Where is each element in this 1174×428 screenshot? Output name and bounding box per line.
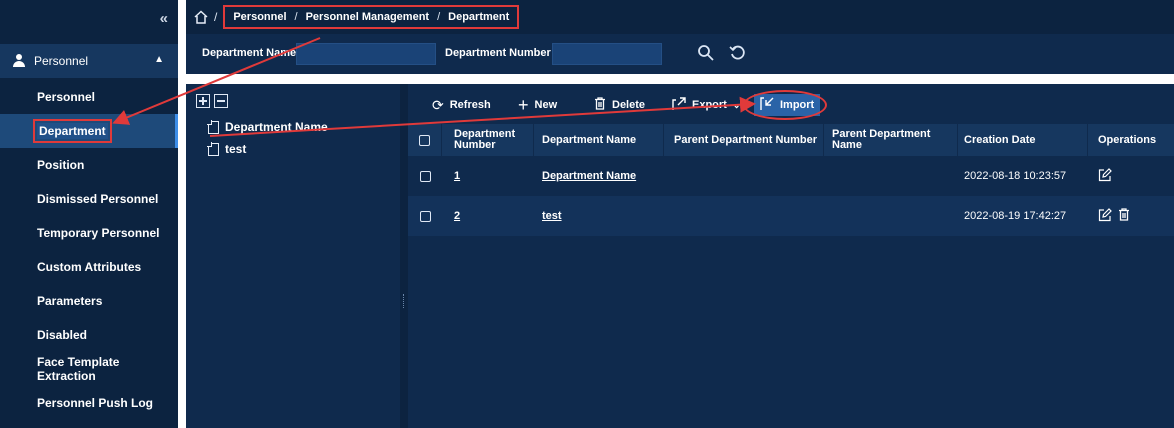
trash-icon [594,97,606,113]
edit-icon[interactable] [1098,207,1112,225]
operations-cell [1098,156,1112,196]
department-name-label: Department Name [202,47,297,59]
sidebar-item-label: Disabled [37,328,88,342]
table-row[interactable]: 2 test 2022-08-19 17:42:27 [408,196,1174,236]
export-label: Export [692,99,727,111]
module-personnel[interactable]: Personnel ▲ [0,44,178,78]
table-header: Department Number Department Name Parent… [408,124,1174,156]
department-number-link[interactable]: 1 [454,156,460,196]
chevron-up-icon[interactable]: ▲ [154,54,164,65]
sidebar-item-temporary-personnel[interactable]: Temporary Personnel [0,216,178,250]
breadcrumb-separator: / [214,10,218,24]
operations-cell [1098,196,1130,236]
row-checkbox-cell [420,156,431,196]
expand-all-icon[interactable] [196,94,210,108]
column-header-department-name[interactable]: Department Name [534,124,664,156]
reset-icon[interactable] [728,44,748,64]
refresh-icon: ⟳ [432,96,444,113]
department-name-link[interactable]: Department Name [542,156,636,196]
breadcrumb-item-personnel-management[interactable]: Personnel Management [306,11,429,23]
sidebar-item-label: Face Template Extraction [37,355,120,383]
new-label: New [534,99,558,111]
sidebar-item-department[interactable]: Department [0,114,178,148]
chevron-down-icon: ⌄ [732,99,741,110]
sidebar-item-custom-attributes[interactable]: Custom Attributes [0,250,178,284]
home-icon[interactable] [194,10,208,24]
sidebar-item-label: Position [37,158,85,172]
search-bar: Department Name Department Number [186,34,1174,74]
breadcrumb-separator: / [437,11,441,23]
sidebar-item-label: Custom Attributes [37,260,142,274]
column-header-department-number[interactable]: Department Number [442,124,534,156]
column-header-parent-department-name[interactable]: Parent Department Name [824,124,958,156]
top-bar: / Personnel / Personnel Management / Dep… [186,0,1174,34]
tree-node-label: test [225,142,247,156]
sidebar-item-disabled[interactable]: Disabled [0,318,178,352]
sidebar: « Personnel ▲ Personnel Department Posit… [0,0,178,428]
department-number-input[interactable] [552,43,662,65]
trash-icon[interactable] [1118,208,1130,224]
column-header-operations: Operations [1098,133,1157,146]
export-icon [672,96,686,114]
export-button[interactable]: Export ⌄ [672,92,740,118]
select-all-checkbox[interactable] [419,134,430,146]
collapse-sidebar-icon[interactable]: « [160,10,168,27]
department-name-link[interactable]: test [542,196,562,236]
sidebar-item-position[interactable]: Position [0,148,178,182]
row-checkbox[interactable] [420,210,431,222]
department-number-link[interactable]: 2 [454,196,460,236]
panel-splitter[interactable] [400,84,408,428]
department-name-input[interactable] [296,43,436,65]
select-all-cell [408,124,442,156]
table-row[interactable]: 1 Department Name 2022-08-18 10:23:57 [408,156,1174,196]
file-icon [207,141,219,156]
column-header-parent-department-number[interactable]: Parent Department Number [664,124,824,156]
sidebar-item-dismissed-personnel[interactable]: Dismissed Personnel [0,182,178,216]
tree-node[interactable]: test [207,141,247,156]
sidebar-item-face-template-extraction[interactable]: Face Template Extraction [0,352,178,386]
column-header-creation-date[interactable]: Creation Date [958,124,1088,156]
breadcrumb-item-personnel[interactable]: Personnel [233,11,286,23]
department-table-panel: ⟳ Refresh + New Delete Export ⌄ Import D… [408,84,1174,428]
search-icon[interactable] [696,44,716,64]
import-highlight-ring [743,90,827,120]
sidebar-item-personnel-push-log[interactable]: Personnel Push Log [0,386,178,420]
collapse-all-icon[interactable] [214,94,228,108]
sidebar-item-personnel[interactable]: Personnel [0,80,178,114]
sidebar-item-label: Dismissed Personnel [37,192,159,206]
row-checkbox-cell [420,196,431,236]
sidebar-item-label: Temporary Personnel [37,226,160,240]
tree-tools [196,94,228,108]
breadcrumb-separator: / [294,11,298,23]
tree-node-label: Department Name [225,120,328,134]
sidebar-item-label: Personnel Push Log [37,396,154,410]
refresh-button[interactable]: ⟳ Refresh [432,92,491,118]
sidebar-item-parameters[interactable]: Parameters [0,284,178,318]
creation-date: 2022-08-19 17:42:27 [964,210,1067,222]
edit-icon[interactable] [1098,167,1112,185]
tree-node[interactable]: Department Name [207,119,328,134]
sidebar-item-label: Parameters [37,294,103,308]
row-checkbox[interactable] [420,170,431,182]
new-button[interactable]: + New [518,92,557,118]
file-icon [207,119,219,134]
plus-icon: + [518,94,529,115]
sidebar-nav: Personnel Department Position Dismissed … [0,80,178,420]
sidebar-item-label: Personnel [37,90,96,104]
breadcrumb: Personnel / Personnel Management / Depar… [223,5,520,29]
creation-date: 2022-08-18 10:23:57 [964,170,1067,182]
delete-label: Delete [612,99,646,111]
user-icon [12,54,26,68]
sidebar-item-label: Department [33,119,112,143]
delete-button[interactable]: Delete [594,92,645,118]
module-label: Personnel [34,54,89,68]
department-tree-panel: Department Name test [186,84,400,428]
refresh-label: Refresh [449,99,491,111]
department-number-label: Department Number [445,47,551,59]
breadcrumb-item-department: Department [448,11,510,23]
